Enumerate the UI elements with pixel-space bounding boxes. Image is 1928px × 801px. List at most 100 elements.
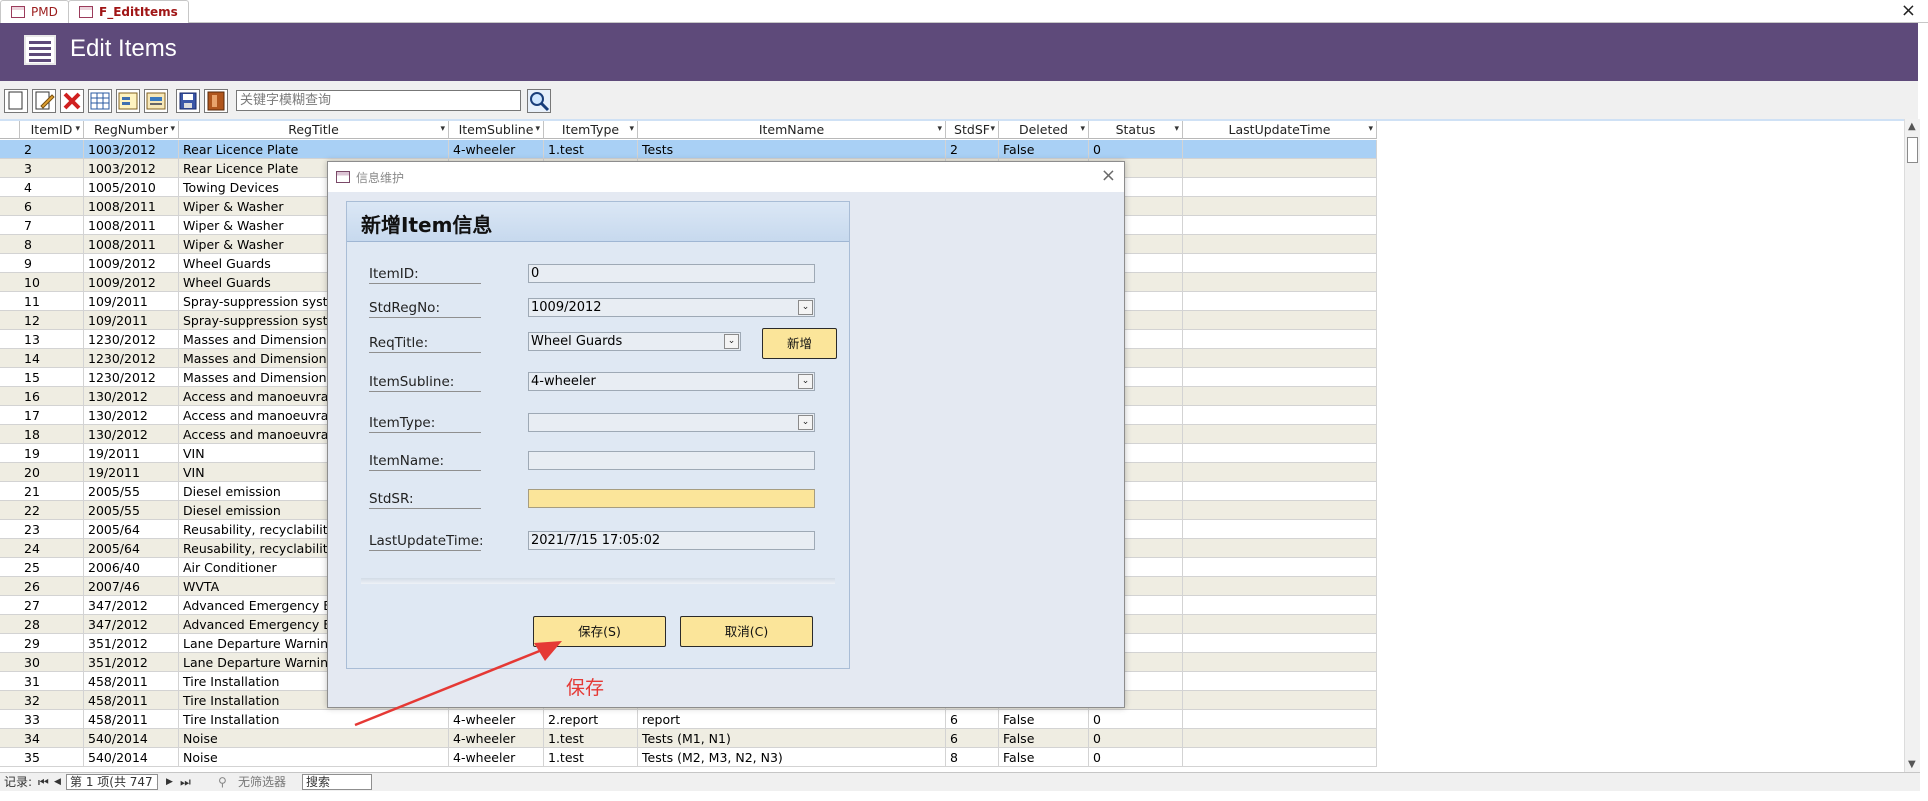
close-form-icon[interactable]: ×	[1901, 1, 1916, 21]
tab-pmd[interactable]: PMD	[0, 0, 69, 23]
cell-itemid[interactable]: 29	[20, 634, 84, 653]
itemtype-select[interactable]: ⌄	[528, 413, 815, 432]
cell-itemid[interactable]: 26	[20, 577, 84, 596]
cell-regnumber[interactable]: 347/2012	[84, 596, 179, 615]
cell-itemname[interactable]: Tests (M2, M3, N2, N3)	[638, 748, 946, 767]
chevron-down-icon[interactable]: ⌄	[798, 374, 813, 389]
cell-itemid[interactable]: 34	[20, 729, 84, 748]
cell-lastupdatetime[interactable]	[1183, 330, 1377, 349]
last-record-icon[interactable]: ⏭	[180, 774, 191, 790]
cell-regnumber[interactable]: 540/2014	[84, 729, 179, 748]
cell-status[interactable]: 0	[1089, 729, 1183, 748]
cell-regtitle[interactable]: Noise	[179, 729, 449, 748]
cell-itemid[interactable]: 9	[20, 254, 84, 273]
cell-itemtype[interactable]: 1.test	[544, 748, 638, 767]
cell-lastupdatetime[interactable]	[1183, 596, 1377, 615]
table-row[interactable]: 2 1003/2012 Rear Licence Plate 4-wheeler 1.t…	[0, 140, 1377, 159]
select-all-corner[interactable]	[0, 121, 20, 139]
cell-regnumber[interactable]: 351/2012	[84, 653, 179, 672]
cell-regnumber[interactable]: 458/2011	[84, 710, 179, 729]
cell-itemid[interactable]: 31	[20, 672, 84, 691]
cell-lastupdatetime[interactable]	[1183, 235, 1377, 254]
cell-regnumber[interactable]: 130/2012	[84, 406, 179, 425]
itemid-field[interactable]: 0	[528, 264, 815, 283]
navbar-search-input[interactable]: 搜索	[302, 774, 372, 790]
cell-lastupdatetime[interactable]	[1183, 710, 1377, 729]
cell-deleted[interactable]: False	[999, 140, 1089, 159]
cell-regnumber[interactable]: 458/2011	[84, 672, 179, 691]
cell-lastupdatetime[interactable]	[1183, 311, 1377, 330]
cell-itemid[interactable]: 6	[20, 197, 84, 216]
cell-regnumber[interactable]: 130/2012	[84, 425, 179, 444]
cell-regnumber[interactable]: 1230/2012	[84, 368, 179, 387]
report-icon[interactable]	[144, 89, 168, 113]
cell-itemid[interactable]: 25	[20, 558, 84, 577]
cell-lastupdatetime[interactable]	[1183, 729, 1377, 748]
cell-lastupdatetime[interactable]	[1183, 273, 1377, 292]
cell-itemid[interactable]: 3	[20, 159, 84, 178]
cell-regtitle[interactable]: Noise	[179, 748, 449, 767]
cell-lastupdatetime[interactable]	[1183, 748, 1377, 767]
cell-regnumber[interactable]: 2007/46	[84, 577, 179, 596]
cell-stdsf[interactable]: 2	[946, 140, 999, 159]
cell-status[interactable]: 0	[1089, 710, 1183, 729]
cell-regnumber[interactable]: 1003/2012	[84, 140, 179, 159]
cell-lastupdatetime[interactable]	[1183, 539, 1377, 558]
cell-itemid[interactable]: 27	[20, 596, 84, 615]
cell-itemid[interactable]: 28	[20, 615, 84, 634]
cell-itemname[interactable]: Tests	[638, 140, 946, 159]
cell-regnumber[interactable]: 1009/2012	[84, 273, 179, 292]
chevron-down-icon[interactable]: ⌄	[798, 415, 813, 430]
cell-deleted[interactable]: False	[999, 710, 1089, 729]
cell-itemid[interactable]: 10	[20, 273, 84, 292]
stdregno-select[interactable]: 1009/2012 ⌄	[528, 298, 815, 317]
form-view-icon[interactable]	[116, 89, 140, 113]
cell-itemtype[interactable]: 1.test	[544, 729, 638, 748]
reqtitle-select[interactable]: Wheel Guards ⌄	[528, 332, 741, 351]
cell-regnumber[interactable]: 2005/55	[84, 501, 179, 520]
cell-itemid[interactable]: 7	[20, 216, 84, 235]
cell-itemid[interactable]: 30	[20, 653, 84, 672]
column-header-lastupdatetime[interactable]: LastUpdateTime ▾	[1183, 121, 1377, 139]
cell-itemname[interactable]: report	[638, 710, 946, 729]
cell-lastupdatetime[interactable]	[1183, 216, 1377, 235]
cell-lastupdatetime[interactable]	[1183, 444, 1377, 463]
scroll-thumb[interactable]	[1907, 137, 1918, 163]
edit-record-icon[interactable]	[32, 89, 56, 113]
cell-lastupdatetime[interactable]	[1183, 520, 1377, 539]
cell-lastupdatetime[interactable]	[1183, 463, 1377, 482]
column-header-stdsf[interactable]: StdSF ▾	[946, 121, 999, 139]
cell-itemsubline[interactable]: 4-wheeler	[449, 710, 544, 729]
cell-lastupdatetime[interactable]	[1183, 159, 1377, 178]
cell-lastupdatetime[interactable]	[1183, 425, 1377, 444]
cell-status[interactable]: 0	[1089, 748, 1183, 767]
cell-regnumber[interactable]: 2005/55	[84, 482, 179, 501]
cell-regnumber[interactable]: 1008/2011	[84, 216, 179, 235]
cell-lastupdatetime[interactable]	[1183, 558, 1377, 577]
cell-itemid[interactable]: 19	[20, 444, 84, 463]
cell-itemid[interactable]: 23	[20, 520, 84, 539]
cell-stdsf[interactable]: 6	[946, 729, 999, 748]
sort-filter-icon[interactable]: ▾	[1080, 121, 1085, 138]
cancel-button[interactable]: 取消(C)	[680, 616, 813, 647]
save-icon[interactable]	[176, 89, 200, 113]
sort-filter-icon[interactable]: ▾	[629, 121, 634, 138]
column-header-deleted[interactable]: Deleted ▾	[999, 121, 1089, 139]
cell-regnumber[interactable]: 1008/2011	[84, 197, 179, 216]
record-number-field[interactable]: 第 1 项(共 747 项	[66, 774, 158, 790]
column-header-itemid[interactable]: ItemID ▾	[20, 121, 84, 139]
cell-regnumber[interactable]: 1005/2010	[84, 178, 179, 197]
cell-lastupdatetime[interactable]	[1183, 672, 1377, 691]
cell-regnumber[interactable]: 19/2011	[84, 444, 179, 463]
grid-icon[interactable]	[88, 89, 112, 113]
cell-itemsubline[interactable]: 4-wheeler	[449, 140, 544, 159]
cell-stdsf[interactable]: 6	[946, 710, 999, 729]
cell-lastupdatetime[interactable]	[1183, 691, 1377, 710]
cell-regnumber[interactable]: 2005/64	[84, 539, 179, 558]
cell-itemid[interactable]: 12	[20, 311, 84, 330]
cell-lastupdatetime[interactable]	[1183, 577, 1377, 596]
cell-lastupdatetime[interactable]	[1183, 406, 1377, 425]
itemsubline-select[interactable]: 4-wheeler ⌄	[528, 372, 815, 391]
first-record-icon[interactable]: ⏮	[38, 774, 49, 790]
column-header-status[interactable]: Status ▾	[1089, 121, 1183, 139]
